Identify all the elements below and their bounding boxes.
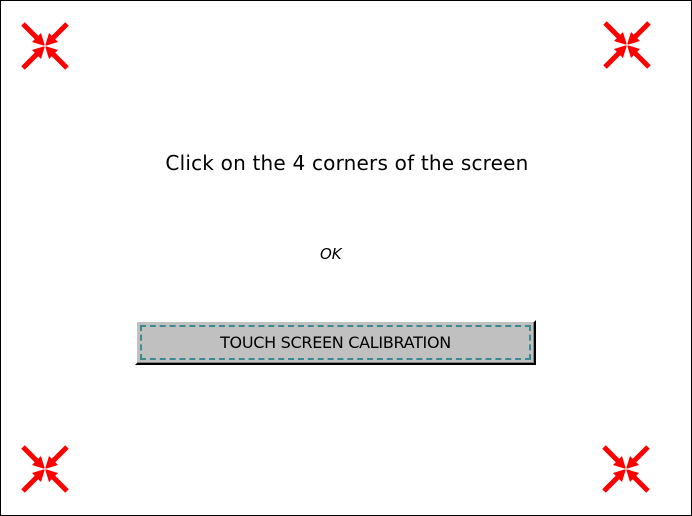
touch-screen-calibration-button[interactable]: TOUCH SCREEN CALIBRATION	[135, 320, 536, 365]
calibration-target-top-right-icon[interactable]	[602, 20, 652, 70]
calibration-target-top-left-icon[interactable]	[20, 21, 70, 71]
calibration-button-label: TOUCH SCREEN CALIBRATION	[220, 333, 451, 352]
calibration-target-bottom-right-icon[interactable]	[601, 444, 651, 494]
status-text: OK	[320, 245, 342, 263]
focus-outline: TOUCH SCREEN CALIBRATION	[140, 325, 531, 360]
calibration-screen: Click on the 4 corners of the screen OK …	[0, 0, 692, 516]
instruction-text: Click on the 4 corners of the screen	[165, 151, 529, 175]
calibration-target-bottom-left-icon[interactable]	[20, 444, 70, 494]
